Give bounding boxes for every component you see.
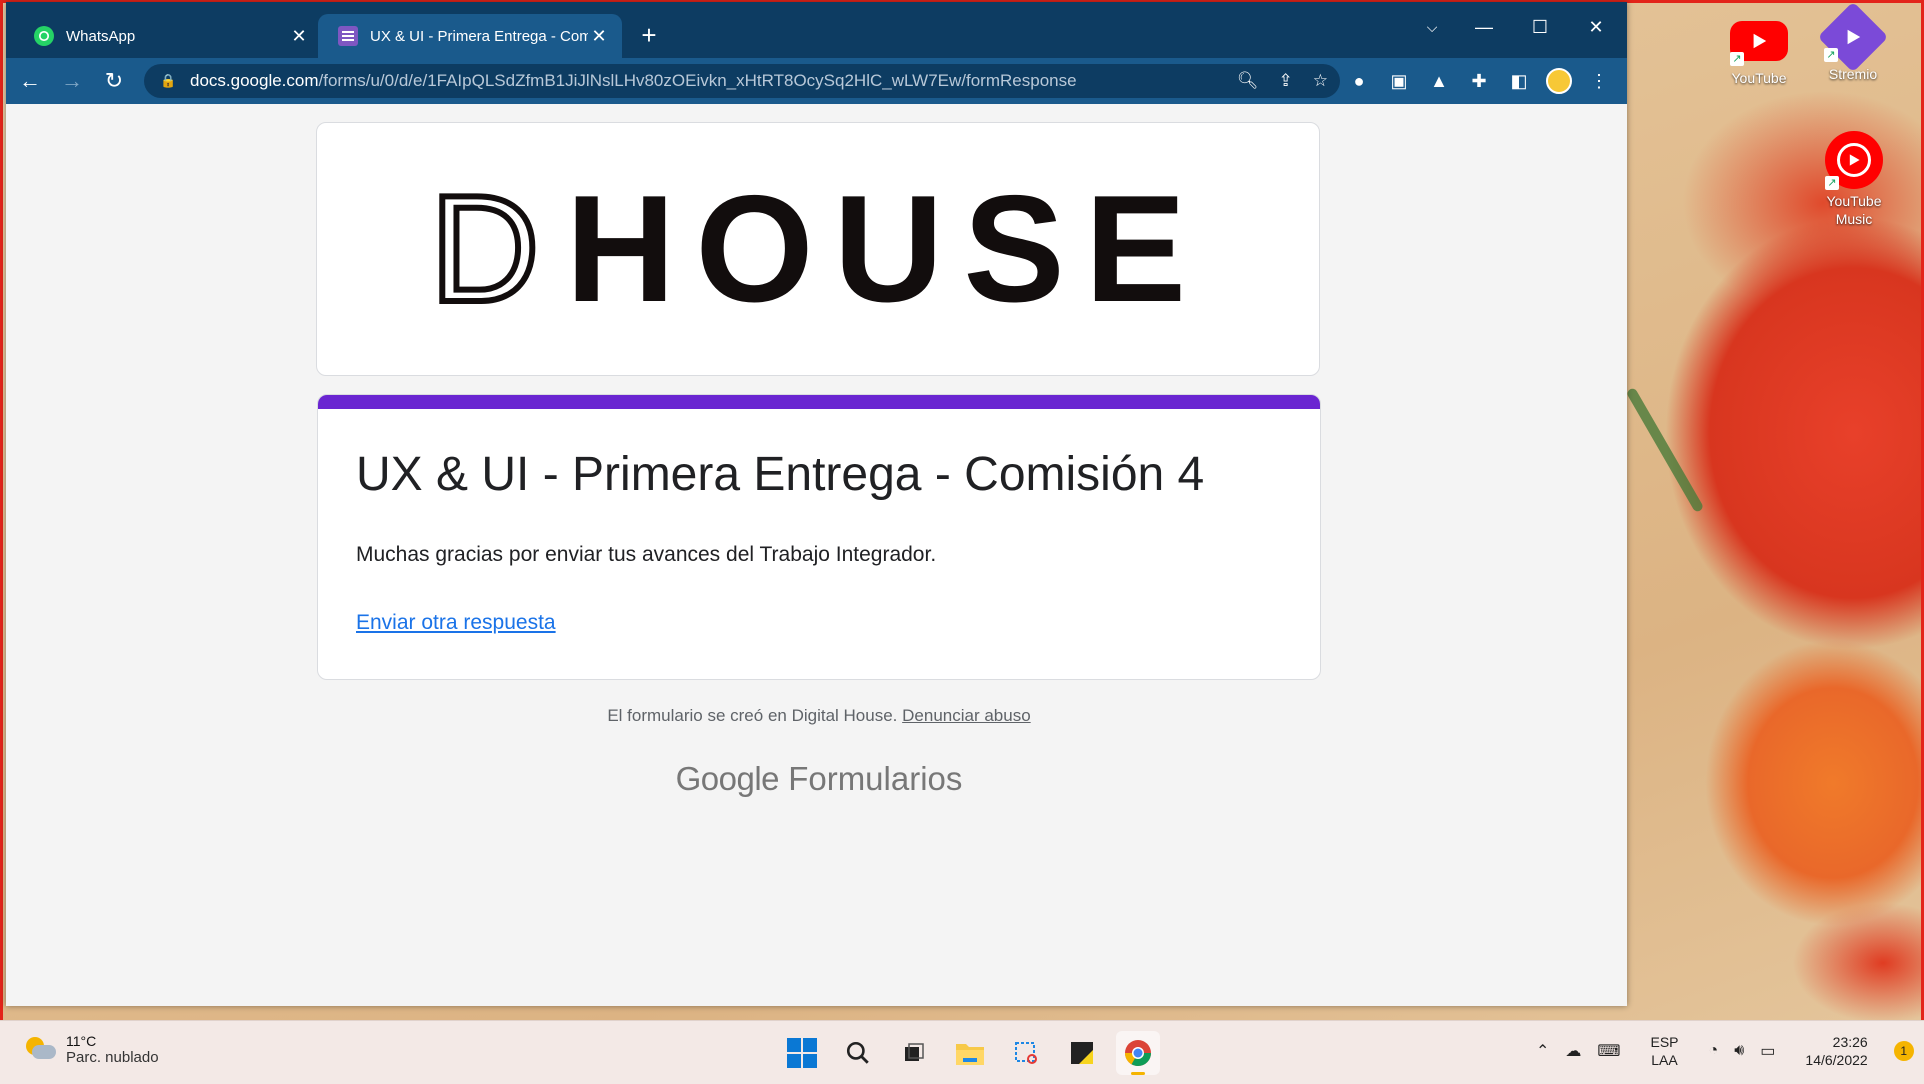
footer-created-text: El formulario se creó en Digital House. — [607, 706, 898, 725]
dhouse-logo: D HOUSE — [427, 161, 1206, 337]
tab-google-form[interactable]: UX & UI - Primera Entrega - Com ✕ — [318, 14, 622, 58]
file-explorer-icon[interactable] — [948, 1031, 992, 1075]
profile-avatar[interactable] — [1546, 68, 1572, 94]
side-panel-icon[interactable]: ◧ — [1506, 68, 1532, 94]
google-forms-brand[interactable]: Google Formularios — [6, 760, 1627, 798]
desktop-icon-youtube-music[interactable]: ↗ YouTube Music — [1816, 130, 1892, 228]
extensions-area: ● ▣ ▲ ✚ ◧ ⋮ — [1346, 64, 1612, 98]
close-tab-icon[interactable]: ✕ — [288, 26, 310, 47]
chevron-up-icon[interactable]: ⌃ — [1536, 1041, 1549, 1061]
snipping-tool-icon[interactable] — [1004, 1031, 1048, 1075]
zoom-icon[interactable]: 🔍︎ — [1237, 71, 1259, 91]
google-drive-icon[interactable]: ▲ — [1426, 68, 1452, 94]
clock-time: 23:26 — [1832, 1034, 1868, 1050]
kebab-menu-icon[interactable]: ⋮ — [1586, 68, 1612, 94]
windows-logo-icon — [787, 1038, 817, 1068]
youtube-music-icon: ↗ — [1825, 130, 1883, 190]
lang-code: ESP — [1650, 1034, 1679, 1050]
language-indicator[interactable]: ESP LAA — [1651, 1033, 1679, 1069]
taskbar: 11°C Parc. nublado ⌃ ☁ ⌨ ESP LAA ◔ 🔊︎ ▭ … — [0, 1020, 1924, 1084]
tab-title: WhatsApp — [66, 27, 136, 45]
shortcut-arrow-icon: ↗ — [1825, 176, 1839, 190]
close-tab-icon[interactable]: ✕ — [588, 26, 610, 47]
share-icon[interactable]: ⇪ — [1279, 71, 1293, 91]
partly-cloudy-icon — [26, 1036, 56, 1063]
task-view-icon[interactable] — [892, 1031, 936, 1075]
url-path: /forms/u/0/d/e/1FAIpQLSdZfmB1JiJlNslLHv8… — [318, 71, 1077, 90]
puzzle-icon[interactable]: ✚ — [1466, 68, 1492, 94]
taskbar-apps — [780, 1031, 1160, 1075]
start-button[interactable] — [780, 1031, 824, 1075]
url-domain: docs.google.com — [190, 71, 319, 90]
reload-icon[interactable]: ↻ — [96, 63, 132, 99]
page-content: D HOUSE UX & UI - Primera Entrega - Comis… — [6, 104, 1627, 1006]
desktop-icon-label: YouTube — [1731, 70, 1787, 86]
layout-code: LAA — [1651, 1052, 1678, 1068]
shortcut-arrow-icon: ↗ — [1824, 48, 1838, 62]
browser-toolbar: ← → ↻ 🔒 docs.google.com/forms/u/0/d/e/1F… — [6, 58, 1627, 104]
minimize-icon[interactable]: — — [1464, 12, 1504, 42]
forms-wordmark: Formularios — [788, 760, 963, 797]
lock-icon: 🔒 — [160, 73, 177, 88]
sticky-notes-icon[interactable] — [1060, 1031, 1104, 1075]
extension-icon[interactable]: ● — [1346, 68, 1372, 94]
whatsapp-icon — [34, 26, 54, 46]
tab-strip: WhatsApp ✕ UX & UI - Primera Entrega - C… — [6, 2, 1627, 58]
confirmation-message: Muchas gracias por enviar tus avances de… — [356, 543, 937, 566]
notification-badge[interactable]: 1 — [1893, 1041, 1914, 1061]
tab-search-chevron-icon[interactable]: ⌵ — [1412, 12, 1452, 42]
form-response-card: UX & UI - Primera Entrega - Comisión 4 M… — [317, 394, 1321, 680]
logo-d: D — [427, 161, 543, 337]
weather-temp: 11°C — [66, 1033, 97, 1049]
form-footer: El formulario se creó en Digital House. … — [6, 706, 1627, 726]
desktop-icon-youtube[interactable]: ↗ YouTube — [1722, 16, 1796, 86]
battery-icon[interactable]: ▭ — [1760, 1041, 1775, 1061]
keyboard-icon[interactable]: ⌨ — [1597, 1041, 1620, 1061]
tab-whatsapp[interactable]: WhatsApp ✕ — [14, 14, 322, 58]
submit-another-response-link[interactable]: Enviar otra respuesta — [356, 611, 556, 635]
extension-icon[interactable]: ▣ — [1386, 68, 1412, 94]
report-abuse-link[interactable]: Denunciar abuso — [902, 706, 1031, 725]
close-window-icon[interactable]: ✕ — [1576, 12, 1616, 42]
form-header-card: D HOUSE — [316, 122, 1320, 376]
desktop-icon-stremio[interactable]: ↗ Stremio — [1816, 1, 1890, 82]
wifi-icon[interactable]: ◔ — [1709, 1042, 1719, 1060]
address-bar[interactable]: 🔒 docs.google.com/forms/u/0/d/e/1FAIpQLS… — [144, 64, 1340, 98]
search-icon[interactable] — [836, 1031, 880, 1075]
desktop-icon-label: YouTube Music — [1826, 193, 1882, 227]
back-arrow-icon[interactable]: ← — [12, 63, 48, 99]
clock-date: 14/6/2022 — [1805, 1052, 1868, 1068]
onedrive-icon[interactable]: ☁ — [1565, 1041, 1581, 1061]
volume-icon[interactable]: 🔊︎ — [1734, 1042, 1744, 1060]
google-forms-icon — [338, 26, 358, 46]
youtube-icon: ↗ — [1730, 16, 1788, 66]
google-wordmark: Google — [675, 760, 780, 797]
forward-arrow-icon[interactable]: → — [54, 63, 90, 99]
stremio-icon: ↗ — [1817, 1, 1889, 73]
maximize-icon[interactable]: ☐ — [1520, 12, 1560, 42]
weather-desc: Parc. nublado — [66, 1049, 159, 1066]
form-accent-bar — [318, 395, 1320, 409]
shortcut-arrow-icon: ↗ — [1730, 52, 1744, 66]
chrome-icon[interactable] — [1116, 1031, 1160, 1075]
browser-window: WhatsApp ✕ UX & UI - Primera Entrega - C… — [6, 2, 1627, 1006]
new-tab-button[interactable]: + — [634, 20, 664, 50]
clock[interactable]: 23:26 14/6/2022 — [1805, 1033, 1867, 1069]
logo-house: HOUSE — [565, 163, 1207, 334]
system-tray: ⌃ ☁ ⌨ ESP LAA ◔ 🔊︎ ▭ 23:26 14/6/2022 1 — [1536, 1033, 1914, 1069]
form-title: UX & UI - Primera Entrega - Comisión 4 — [356, 448, 1205, 501]
tab-title: UX & UI - Primera Entrega - Com — [370, 27, 588, 45]
weather-widget[interactable]: 11°C Parc. nublado — [26, 1033, 159, 1066]
bookmark-star-icon[interactable]: ☆ — [1313, 71, 1328, 91]
